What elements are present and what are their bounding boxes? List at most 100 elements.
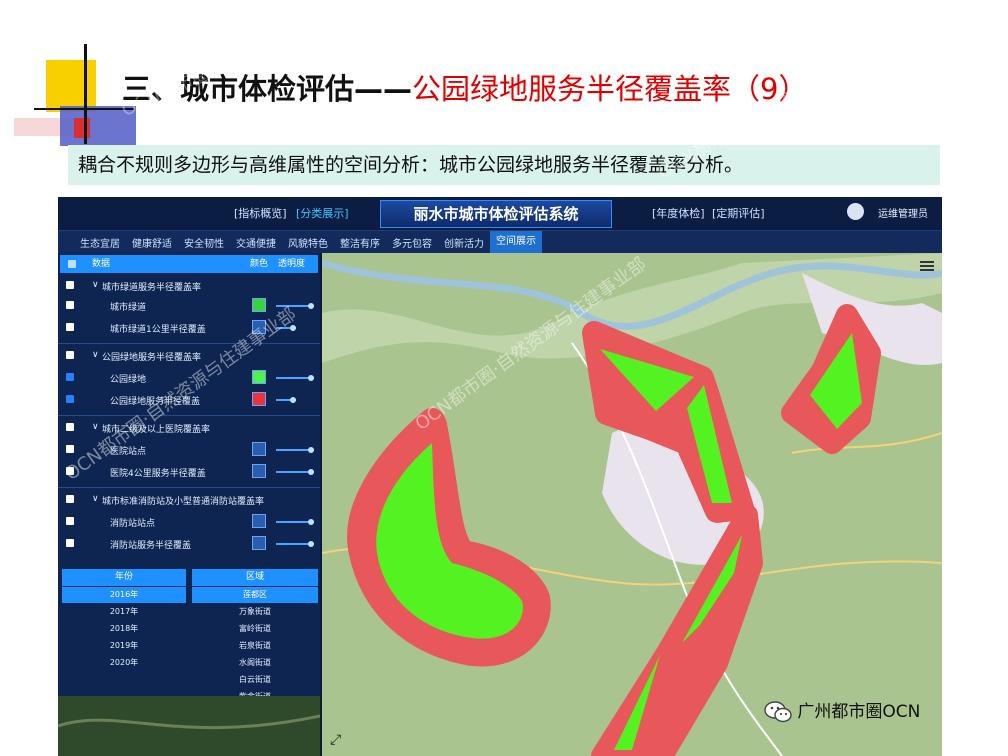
layer-color-swatch[interactable] [252, 464, 266, 478]
layer-group-park[interactable]: ∨ 公园绿地服务半径覆盖率 [58, 345, 320, 367]
region-item[interactable]: 水阁街道 [192, 655, 318, 671]
layer-label: 城市绿道 [110, 303, 147, 313]
year-item[interactable]: 2016年 [62, 587, 186, 603]
layer-label: 医院4公里服务半径覆盖 [110, 469, 206, 479]
layer-checkbox[interactable] [66, 351, 74, 359]
layer-checkbox-checked[interactable] [66, 395, 74, 403]
menu-item-inclusive[interactable]: 多元包容 [392, 235, 432, 250]
select-all-checkbox[interactable] [68, 260, 76, 268]
slide-title-highlight: 公园绿地服务半径覆盖率（9） [412, 72, 808, 106]
user-name[interactable]: 运维管理员 [878, 205, 928, 220]
layer-color-swatch[interactable] [252, 514, 266, 528]
menu-item-ecology[interactable]: 生态宜居 [80, 235, 120, 250]
menu-item-health[interactable]: 健康舒适 [132, 235, 172, 250]
layer-color-swatch[interactable] [252, 442, 266, 456]
group-chevron-icon[interactable]: ∨ [92, 350, 99, 360]
menu-item-style[interactable]: 风貌特色 [288, 235, 328, 250]
layer-label: 消防站站点 [110, 519, 156, 529]
map-menu-icon[interactable] [920, 261, 934, 271]
header-opacity: 透明度 [278, 259, 306, 269]
header-name: 数据 [92, 259, 111, 269]
opacity-slider[interactable] [276, 447, 314, 453]
group-divider [58, 487, 320, 488]
opacity-slider[interactable] [276, 469, 314, 475]
layer-checkbox[interactable] [66, 323, 74, 331]
topnav-periodic-eval[interactable]: [定期评估] [712, 205, 765, 221]
layer-checkbox[interactable] [66, 281, 74, 289]
region-header: 区域 [192, 569, 318, 586]
layer-checkbox[interactable] [66, 495, 74, 503]
slider-knob[interactable] [308, 375, 314, 381]
layer-checkbox-checked[interactable] [66, 373, 74, 381]
layer-group-greenway[interactable]: ∨ 城市绿道服务半径覆盖率 [58, 275, 320, 297]
slide-subtitle: 耦合不规则多边形与高维属性的空间分析：城市公园绿地服务半径覆盖率分析。 [68, 145, 940, 185]
panel-map-preview [58, 696, 320, 756]
menu-bar: 生态宜居 健康舒适 安全韧性 交通便捷 风貌特色 整洁有序 多元包容 创新活力 … [58, 231, 942, 253]
opacity-slider[interactable] [276, 541, 314, 547]
year-header: 年份 [62, 569, 186, 586]
slider-knob[interactable] [308, 519, 314, 525]
menu-item-order[interactable]: 整洁有序 [340, 235, 380, 250]
layer-group-fire[interactable]: ∨ 城市标准消防站及小型普通消防站覆盖率 [58, 489, 320, 511]
header-color: 颜色 [250, 259, 269, 269]
deco-yellow-block [46, 60, 96, 112]
app-window: [指标概览] [分类展示] 丽水市城市体检评估系统 [年度体检] [定期评估] … [58, 197, 942, 756]
fullscreen-icon[interactable]: ⤢ [330, 732, 341, 748]
map-view[interactable]: ⤢ [322, 253, 942, 756]
menu-item-innovation[interactable]: 创新活力 [444, 235, 484, 250]
group-chevron-icon[interactable]: ∨ [92, 422, 99, 432]
topnav-index-overview[interactable]: [指标概览] [234, 205, 287, 221]
opacity-slider[interactable] [276, 375, 314, 381]
year-item[interactable]: 2018年 [62, 621, 186, 637]
layer-label: 消防站服务半径覆盖 [110, 541, 192, 551]
layer-checkbox[interactable] [66, 517, 74, 525]
layer-color-swatch[interactable] [252, 536, 266, 550]
layer-row-fire-buffer[interactable]: 消防站服务半径覆盖 [58, 533, 320, 555]
menu-item-spatial[interactable]: 空间展示 [490, 231, 542, 253]
opacity-slider[interactable] [276, 397, 296, 403]
slider-knob[interactable] [308, 469, 314, 475]
deco-red-block [74, 118, 90, 138]
menu-item-safety[interactable]: 安全韧性 [184, 235, 224, 250]
region-item[interactable]: 万象街道 [192, 604, 318, 620]
deco-vline [84, 44, 87, 144]
layer-label: 城市绿道1公里半径覆盖 [110, 325, 206, 335]
topnav-category-display[interactable]: [分类展示] [296, 205, 349, 221]
region-item[interactable]: 富岭街道 [192, 621, 318, 637]
group-divider [58, 343, 320, 344]
app-title: 丽水市城市体检评估系统 [380, 200, 612, 228]
year-item[interactable]: 2020年 [62, 655, 186, 671]
slider-knob[interactable] [290, 397, 296, 403]
wechat-badge: 广州都市圈OCN [764, 697, 920, 725]
layer-checkbox[interactable] [66, 423, 74, 431]
layer-label: 公园绿地 [110, 375, 147, 385]
layer-color-swatch[interactable] [252, 298, 266, 312]
layer-color-swatch[interactable] [252, 370, 266, 384]
region-item[interactable]: 岩泉街道 [192, 638, 318, 654]
deco-hline [34, 108, 134, 110]
layer-checkbox[interactable] [66, 301, 74, 309]
map-canvas[interactable] [322, 253, 942, 756]
year-item[interactable]: 2019年 [62, 638, 186, 654]
layer-label: 公园绿地服务半径覆盖率 [102, 353, 202, 363]
slider-knob[interactable] [308, 447, 314, 453]
layer-checkbox[interactable] [66, 445, 74, 453]
slider-knob[interactable] [308, 541, 314, 547]
topnav-annual-check[interactable]: [年度体检] [652, 205, 705, 221]
wechat-icon [764, 701, 792, 723]
group-chevron-icon[interactable]: ∨ [92, 280, 99, 290]
year-item[interactable]: 2017年 [62, 604, 186, 620]
group-divider [58, 415, 320, 416]
layer-panel-header: 数据 颜色 透明度 [60, 255, 318, 273]
group-chevron-icon[interactable]: ∨ [92, 494, 99, 504]
layer-row-fire[interactable]: 消防站站点 [58, 511, 320, 533]
region-item[interactable]: 白云街道 [192, 672, 318, 688]
menu-item-traffic[interactable]: 交通便捷 [236, 235, 276, 250]
region-item[interactable]: 莲都区 [192, 587, 318, 603]
user-avatar-icon[interactable] [847, 203, 864, 220]
layer-checkbox[interactable] [66, 539, 74, 547]
slider-knob[interactable] [308, 303, 314, 309]
layer-color-swatch[interactable] [252, 392, 266, 406]
app-header: [指标概览] [分类展示] 丽水市城市体检评估系统 [年度体检] [定期评估] … [58, 197, 942, 231]
opacity-slider[interactable] [276, 519, 314, 525]
